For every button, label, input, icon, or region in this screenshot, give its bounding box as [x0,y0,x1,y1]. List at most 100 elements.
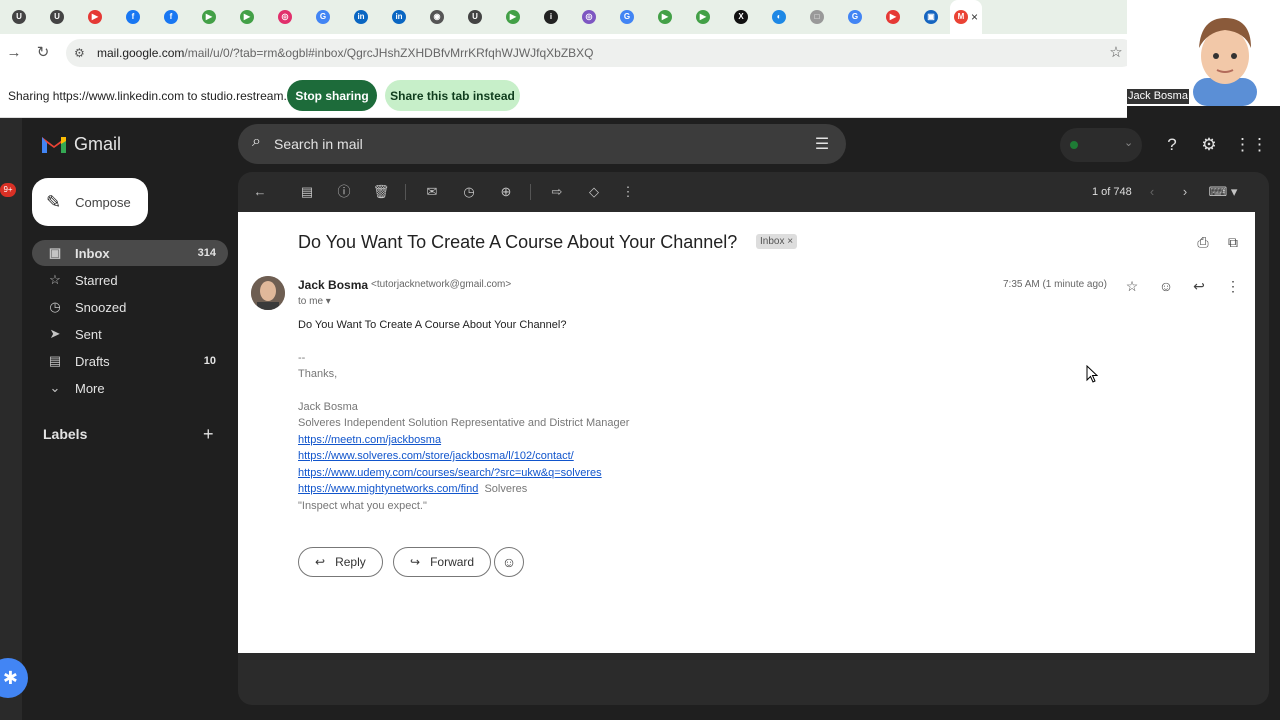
sidebar-item-label: Inbox [75,245,110,261]
close-tab-icon[interactable]: × [971,10,978,24]
browser-tab[interactable]: in [380,0,418,34]
more-vert-icon[interactable]: ⋮ [618,182,638,202]
label-icon[interactable]: ◇ [584,182,604,202]
forward-label: Forward [430,555,475,569]
forward-button[interactable]: ↪ Forward [393,547,492,577]
browser-tab[interactable]: ◐ [760,0,798,34]
sidebar-item-more[interactable]: ⌄ More [32,375,228,401]
gmail-m-icon [42,137,66,153]
newer-chevron-icon[interactable]: ‹ [1142,182,1162,202]
signature-link[interactable]: https://meetn.com/jackbosma [298,434,441,446]
browser-tab[interactable]: ◉ [418,0,456,34]
emoji-reaction-button[interactable]: ☺ [494,547,524,577]
inbox-label-chip[interactable]: Inbox × [756,234,798,249]
send-icon: ➤ [49,326,61,341]
recipient-details[interactable]: to me ▾ [298,296,331,307]
sharing-status-text: Sharing https://www.linkedin.com to stud… [8,89,297,103]
sidebar-item-label: Snoozed [75,299,127,315]
reply-icon[interactable]: ↩ [1189,276,1209,296]
apps-grid-icon[interactable]: ⋮⋮ [1234,133,1268,157]
omnibox[interactable]: ⚙ mail.google.com/mail/u/0/?tab=rm&ogbl#… [66,39,1136,67]
share-this-tab-button[interactable]: Share this tab instead [385,80,520,111]
browser-tab[interactable]: ▶ [684,0,722,34]
archive-icon[interactable]: ▤ [297,182,317,202]
email-timestamp: 7:35 AM (1 minute ago) [1003,279,1107,290]
browser-tab[interactable]: f [152,0,190,34]
sidebar-item-snoozed[interactable]: ◷ Snoozed [32,294,228,320]
move-to-icon[interactable]: ⇨ [547,182,567,202]
stop-sharing-button[interactable]: Stop sharing [287,80,377,111]
browser-tab[interactable]: U [456,0,494,34]
compose-button[interactable]: ✎ Compose [32,178,148,226]
open-new-window-icon[interactable]: ⧉ [1223,232,1243,252]
sender-avatar[interactable] [251,276,285,310]
email-subject: Do You Want To Create A Course About You… [298,232,738,252]
browser-tab[interactable]: in [342,0,380,34]
browser-tab[interactable]: ▶ [190,0,228,34]
tab-favicon-icon: ▶ [88,10,102,24]
signature-link-row: https://www.mightynetworks.com/find Solv… [298,483,527,495]
signature-link[interactable]: https://www.udemy.com/courses/search/?sr… [298,467,602,479]
delete-icon[interactable]: 🗑 [371,182,391,202]
browser-tab[interactable]: G [836,0,874,34]
browser-tab[interactable]: ▶ [228,0,266,34]
browser-tab[interactable]: G [304,0,342,34]
tab-favicon-icon: ◎ [582,10,596,24]
help-icon[interactable]: ? [1160,133,1184,157]
reply-label: Reply [335,555,366,569]
star-icon[interactable]: ☆ [1122,276,1142,296]
sidebar-item-sent[interactable]: ➤ Sent [32,321,228,347]
gear-icon[interactable]: ⚙ [1197,133,1221,157]
older-chevron-icon[interactable]: › [1175,182,1195,202]
browser-tab[interactable]: ▶ [874,0,912,34]
browser-tab[interactable]: ▶ [76,0,114,34]
snooze-icon[interactable]: ◷ [459,182,479,202]
browser-tab[interactable]: G [608,0,646,34]
browser-tab[interactable]: f [114,0,152,34]
browser-tab[interactable]: i [532,0,570,34]
reload-icon[interactable]: ↻ [33,43,53,63]
signature-link[interactable]: https://www.solveres.com/store/jackbosma… [298,450,574,462]
sidebar-item-drafts[interactable]: ▤ Drafts 10 [32,348,228,374]
signature-link[interactable]: https://www.mightynetworks.com/find [298,483,478,495]
browser-tab-active[interactable]: M × [950,0,982,34]
browser-tab[interactable]: ▣ [912,0,950,34]
browser-tab[interactable]: U [0,0,38,34]
add-task-icon[interactable]: ⊕ [496,182,516,202]
back-arrow-icon[interactable]: ← [250,182,270,202]
url-text: mail.google.com/mail/u/0/?tab=rm&ogbl#in… [97,46,594,60]
print-icon[interactable]: ⎙ [1193,232,1213,252]
browser-tab[interactable]: ▶ [494,0,532,34]
close-icon[interactable]: × [787,236,793,247]
bookmark-star-icon[interactable]: ☆ [1106,43,1126,63]
browser-tab[interactable]: U [38,0,76,34]
forward-icon[interactable]: → [4,43,24,63]
emoji-react-icon[interactable]: ☺ [1156,276,1176,296]
status-indicator[interactable]: ⌄ [1060,128,1142,162]
tab-favicon-icon: ▶ [696,10,710,24]
sidebar-item-inbox[interactable]: ▣ Inbox 314 [32,240,228,266]
site-settings-icon[interactable]: ⚙ [74,46,85,60]
tab-favicon-icon: G [848,10,862,24]
mark-unread-icon[interactable]: ✉ [422,182,442,202]
search-input[interactable]: Search in mail [274,136,363,152]
browser-tab[interactable]: X [722,0,760,34]
browser-tab[interactable]: ▶ [646,0,684,34]
more-vert-icon[interactable]: ⋮ [1223,276,1243,296]
browser-tab[interactable]: ◎ [570,0,608,34]
sidebar-item-starred[interactable]: ☆ Starred [32,267,228,293]
tab-favicon-icon: f [126,10,140,24]
gmail-logo[interactable]: Gmail [40,133,121,155]
browser-tab[interactable]: □ [798,0,836,34]
tab-favicon-icon: ◐ [772,10,786,24]
search-options-icon[interactable]: ☰ [812,134,832,154]
search-icon[interactable]: ⌕ [252,133,274,155]
search-bar[interactable]: ⌕ Search in mail ☰ [238,124,846,164]
report-spam-icon[interactable]: ⓘ [334,182,354,202]
add-label-icon[interactable]: + [203,424,214,445]
browser-tab[interactable]: ◎ [266,0,304,34]
sender-name: Jack Bosma [298,278,369,292]
keyboard-icon[interactable]: ⌨ ▾ [1208,182,1238,202]
tab-favicon-icon: U [50,10,64,24]
reply-button[interactable]: ↩ Reply [298,547,383,577]
